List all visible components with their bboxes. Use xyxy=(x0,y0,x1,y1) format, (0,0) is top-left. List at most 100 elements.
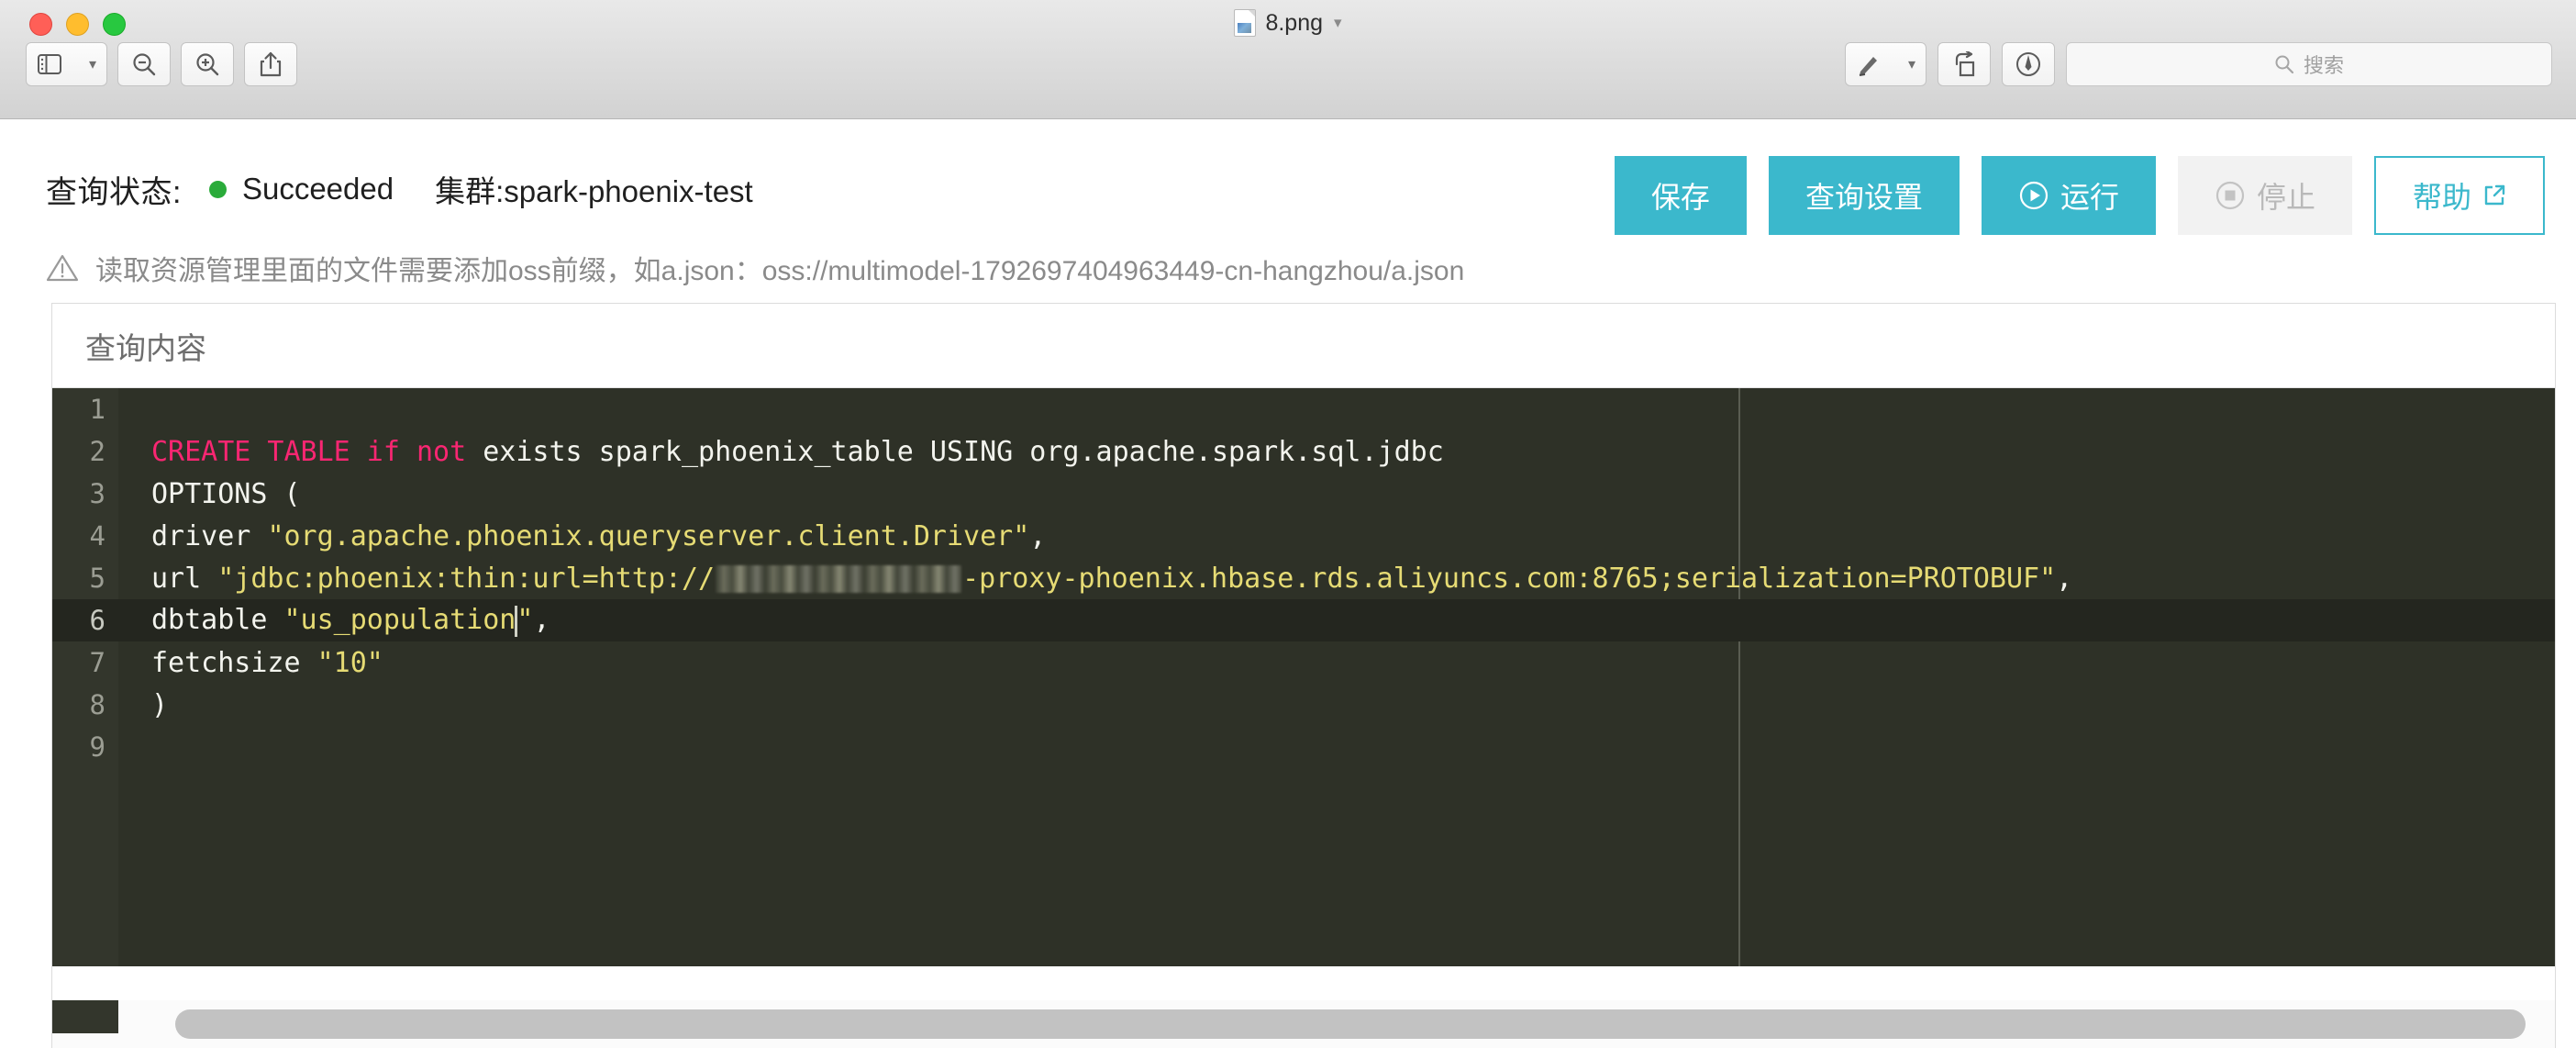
share-button[interactable] xyxy=(244,42,297,86)
run-button[interactable]: 运行 xyxy=(1981,156,2156,235)
action-button-row: 保存 查询设置 运行 停止 帮助 xyxy=(1614,156,2545,235)
zoom-in-button[interactable] xyxy=(181,42,234,86)
code-token-plain: exists spark_phoenix_table USING org.apa… xyxy=(466,435,1444,468)
png-file-icon xyxy=(1234,9,1257,37)
code-token-plain: OPTIONS ( xyxy=(151,477,301,510)
annotate-button[interactable] xyxy=(2002,42,2055,86)
code-line[interactable]: 6 dbtable "us_population", xyxy=(52,599,2555,641)
panel-title: 查询内容 xyxy=(85,330,206,365)
marker-pen-icon xyxy=(1846,43,1892,85)
rotate-button[interactable] xyxy=(1938,42,1991,86)
line-number: 4 xyxy=(89,520,105,552)
annotate-icon xyxy=(2015,51,2041,77)
query-settings-button[interactable]: 查询设置 xyxy=(1768,156,1960,235)
stop-button[interactable]: 停止 xyxy=(2177,156,2352,235)
code-line[interactable]: 9 xyxy=(52,726,2555,768)
chevron-down-icon[interactable]: ▾ xyxy=(1334,14,1342,32)
code-token-plain: , xyxy=(1029,519,1047,552)
code-token-plain: driver xyxy=(151,519,268,552)
line-number: 9 xyxy=(89,731,105,763)
code-text: dbtable "us_population", xyxy=(118,604,550,637)
query-editor-panel: 查询内容 1 2 CREATE TABLE if not exists spark_… xyxy=(51,303,2556,1000)
code-token-str: -proxy-phoenix.hbase.rds.aliyuncs.com:87… xyxy=(962,562,2057,595)
zoom-out-button[interactable] xyxy=(117,42,171,86)
search-input[interactable]: 搜索 xyxy=(2066,42,2552,86)
help-button-label: 帮助 xyxy=(2412,181,2471,214)
search-icon xyxy=(2274,54,2294,74)
stop-circle-icon xyxy=(2215,180,2246,211)
code-line[interactable]: 5 url "jdbc:phoenix:thin:url=http:// -prox… xyxy=(52,557,2555,599)
code-line[interactable]: 7 fetchsize "10" xyxy=(52,641,2555,684)
document-title[interactable]: 8.png ▾ xyxy=(0,9,2576,37)
query-settings-button-label: 查询设置 xyxy=(1804,181,1923,214)
code-lines[interactable]: 1 2 CREATE TABLE if not exists spark_phoen… xyxy=(52,388,2555,966)
sidebar-view-button[interactable]: ▾ xyxy=(26,42,107,86)
help-button[interactable]: 帮助 xyxy=(2373,156,2545,235)
code-token-kw: CREATE TABLE if not xyxy=(151,435,467,468)
external-link-icon xyxy=(2482,184,2506,207)
toolbar-right-group: ▾ 搜索 xyxy=(1845,42,2552,86)
preview-window: 8.png ▾ ▾ ▾ 搜索 查询状态: Succeeded 集群:spark-… xyxy=(0,0,2576,1048)
code-token-str: "us_population xyxy=(283,604,516,637)
code-text: CREATE TABLE if not exists spark_phoenix… xyxy=(118,436,1444,468)
warning-triangle-icon xyxy=(46,253,79,283)
code-line[interactable]: 2 CREATE TABLE if not exists spark_phoeni… xyxy=(52,430,2555,473)
code-token-plain: fetchsize xyxy=(151,646,317,679)
code-line[interactable]: 3 OPTIONS ( xyxy=(52,473,2555,515)
line-number: 2 xyxy=(89,436,105,467)
code-line[interactable]: 8) xyxy=(52,684,2555,726)
play-circle-icon xyxy=(2018,180,2049,211)
page-content: 查询状态: Succeeded 集群:spark-phoenix-test 保存… xyxy=(0,119,2576,1048)
code-token-str: "jdbc:phoenix:thin:url=http:// xyxy=(217,562,716,595)
line-number: 5 xyxy=(89,563,105,594)
horizontal-scrollbar-thumb[interactable] xyxy=(175,1009,2526,1039)
toolbar-left-group: ▾ xyxy=(26,42,297,86)
redacted-text-block xyxy=(716,565,962,593)
code-editor[interactable]: 1 2 CREATE TABLE if not exists spark_phoen… xyxy=(52,388,2555,966)
code-token-plain: url xyxy=(151,562,218,595)
code-text: ) xyxy=(118,689,168,721)
code-line[interactable]: 1 xyxy=(52,388,2555,430)
code-text: url "jdbc:phoenix:thin:url=http:// -proxy… xyxy=(118,563,2072,595)
warning-banner: 读取资源管理里面的文件需要添加oss前缀，如a.json：oss://multi… xyxy=(46,248,1464,288)
code-token-str: "10" xyxy=(316,646,383,679)
warning-text: 读取资源管理里面的文件需要添加oss前缀，如a.json：oss://multi… xyxy=(95,256,1465,286)
window-titlebar: 8.png ▾ ▾ ▾ 搜索 xyxy=(0,0,2576,119)
search-placeholder: 搜索 xyxy=(2303,54,2344,77)
code-text: fetchsize "10" xyxy=(118,647,383,679)
code-token-str: "org.apache.phoenix.queryserver.client.D… xyxy=(267,519,1030,552)
horizontal-scrollbar[interactable] xyxy=(51,1000,2556,1048)
code-token-plain: ) xyxy=(151,688,169,721)
line-number: 8 xyxy=(89,689,105,720)
chevron-down-icon[interactable]: ▾ xyxy=(1898,43,1926,85)
gutter-scroll-cap xyxy=(52,1000,118,1033)
code-token-plain: , xyxy=(2056,562,2073,595)
line-number: 6 xyxy=(89,605,105,636)
line-number: 3 xyxy=(89,478,105,509)
document-title-text: 8.png xyxy=(1265,9,1323,36)
query-editor-panel-header: 查询内容 xyxy=(52,304,2555,388)
code-token-plain: , xyxy=(533,604,550,637)
save-button[interactable]: 保存 xyxy=(1614,156,1747,235)
code-text: OPTIONS ( xyxy=(118,478,301,510)
line-number: 7 xyxy=(89,647,105,678)
status-badge: Succeeded xyxy=(241,172,394,206)
magnifier-minus-icon xyxy=(131,51,157,77)
share-icon xyxy=(259,51,283,77)
code-text: driver "org.apache.phoenix.queryserver.c… xyxy=(118,520,1046,552)
code-token-plain: dbtable xyxy=(151,604,284,637)
chevron-down-icon[interactable]: ▾ xyxy=(79,43,106,85)
save-button-label: 保存 xyxy=(1650,181,1710,214)
run-button-label: 运行 xyxy=(2060,181,2119,214)
line-number: 1 xyxy=(89,394,105,425)
query-status-label: 查询状态: xyxy=(46,174,182,210)
magnifier-plus-icon xyxy=(194,51,220,77)
cluster-label: 集群:spark-phoenix-test xyxy=(435,174,753,208)
stop-button-label: 停止 xyxy=(2256,181,2315,214)
sidebar-icon xyxy=(27,43,72,85)
markup-button[interactable]: ▾ xyxy=(1845,42,1926,86)
code-line[interactable]: 4 driver "org.apache.phoenix.queryserver.… xyxy=(52,515,2555,557)
query-status-group: 查询状态: Succeeded 集群:spark-phoenix-test xyxy=(0,167,753,212)
code-token-str: " xyxy=(516,604,534,637)
status-indicator-dot xyxy=(208,180,227,198)
